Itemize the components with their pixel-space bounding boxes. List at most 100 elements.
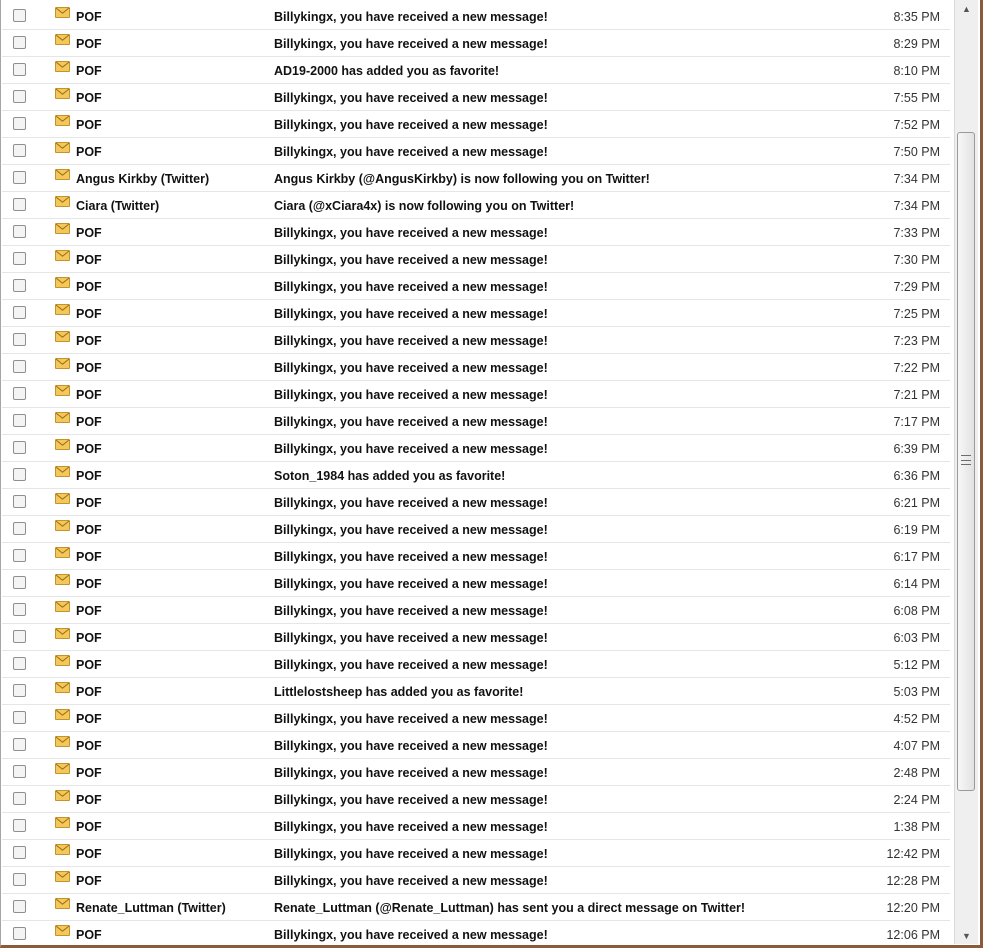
row-select-checkbox[interactable]: [13, 657, 26, 670]
message-subject: Billykingx, you have received a new mess…: [274, 442, 548, 456]
row-select-checkbox[interactable]: [13, 36, 26, 49]
row-select-checkbox[interactable]: [13, 927, 26, 940]
mail-window-frame: POF Billykingx, you have received a new …: [0, 0, 983, 948]
row-select-checkbox[interactable]: [13, 171, 26, 184]
row-select-checkbox[interactable]: [13, 117, 26, 130]
table-row[interactable]: POF Billykingx, you have received a new …: [2, 246, 950, 273]
table-row[interactable]: POF Billykingx, you have received a new …: [2, 435, 950, 462]
vertical-scrollbar[interactable]: ▲ ▼: [954, 0, 978, 944]
scroll-up-arrow-icon[interactable]: ▲: [955, 0, 978, 17]
table-row[interactable]: POF Billykingx, you have received a new …: [2, 543, 950, 570]
row-select-checkbox[interactable]: [13, 387, 26, 400]
table-row[interactable]: POF Billykingx, you have received a new …: [2, 219, 950, 246]
table-row[interactable]: POF Billykingx, you have received a new …: [2, 354, 950, 381]
message-subject: Billykingx, you have received a new mess…: [274, 145, 548, 159]
row-select-checkbox[interactable]: [13, 90, 26, 103]
row-select-checkbox[interactable]: [13, 900, 26, 913]
table-row[interactable]: POF AD19-2000 has added you as favorite!…: [2, 57, 950, 84]
row-select-checkbox[interactable]: [13, 225, 26, 238]
table-row[interactable]: POF Billykingx, you have received a new …: [2, 786, 950, 813]
table-row[interactable]: POF Billykingx, you have received a new …: [2, 111, 950, 138]
row-select-checkbox[interactable]: [13, 819, 26, 832]
table-row[interactable]: Renate_Luttman (Twitter) Renate_Luttman …: [2, 894, 950, 921]
received-time: 2:24 PM: [893, 793, 940, 807]
row-select-checkbox[interactable]: [13, 333, 26, 346]
row-select-checkbox[interactable]: [13, 711, 26, 724]
sender-name: POF: [76, 847, 102, 861]
row-select-checkbox[interactable]: [13, 360, 26, 373]
table-row[interactable]: POF Littlelostsheep has added you as fav…: [2, 678, 950, 705]
table-row[interactable]: POF Billykingx, you have received a new …: [2, 327, 950, 354]
message-subject: Billykingx, you have received a new mess…: [274, 874, 548, 888]
table-row[interactable]: POF Billykingx, you have received a new …: [2, 732, 950, 759]
table-row[interactable]: POF Billykingx, you have received a new …: [2, 300, 950, 327]
sender-name: POF: [76, 469, 102, 483]
table-row[interactable]: POF Billykingx, you have received a new …: [2, 570, 950, 597]
sender-name: POF: [76, 523, 102, 537]
row-select-checkbox[interactable]: [13, 495, 26, 508]
envelope-icon: [55, 601, 70, 612]
envelope-icon: [55, 844, 70, 855]
row-select-checkbox[interactable]: [13, 846, 26, 859]
table-row[interactable]: POF Soton_1984 has added you as favorite…: [2, 462, 950, 489]
table-row[interactable]: POF Billykingx, you have received a new …: [2, 381, 950, 408]
scrollbar-thumb[interactable]: [957, 132, 975, 791]
table-row[interactable]: POF Billykingx, you have received a new …: [2, 624, 950, 651]
sender-name: Angus Kirkby (Twitter): [76, 172, 210, 186]
table-row[interactable]: POF Billykingx, you have received a new …: [2, 597, 950, 624]
sender-name: POF: [76, 118, 102, 132]
table-row[interactable]: Angus Kirkby (Twitter) Angus Kirkby (@An…: [2, 165, 950, 192]
table-row[interactable]: POF Billykingx, you have received a new …: [2, 273, 950, 300]
table-row[interactable]: POF Billykingx, you have received a new …: [2, 84, 950, 111]
row-select-checkbox[interactable]: [13, 522, 26, 535]
message-subject: Billykingx, you have received a new mess…: [274, 118, 548, 132]
row-select-checkbox[interactable]: [13, 684, 26, 697]
scroll-down-arrow-icon[interactable]: ▼: [955, 927, 978, 944]
row-select-checkbox[interactable]: [13, 144, 26, 157]
message-subject: Angus Kirkby (@AngusKirkby) is now follo…: [274, 172, 650, 186]
row-select-checkbox[interactable]: [13, 873, 26, 886]
table-row[interactable]: POF Billykingx, you have received a new …: [2, 921, 950, 944]
row-select-checkbox[interactable]: [13, 576, 26, 589]
received-time: 8:35 PM: [893, 10, 940, 24]
row-select-checkbox[interactable]: [13, 792, 26, 805]
received-time: 6:19 PM: [893, 523, 940, 537]
row-select-checkbox[interactable]: [13, 468, 26, 481]
row-select-checkbox[interactable]: [13, 9, 26, 22]
message-subject: Billykingx, you have received a new mess…: [274, 739, 548, 753]
received-time: 7:52 PM: [893, 118, 940, 132]
sender-name: POF: [76, 712, 102, 726]
table-row[interactable]: POF Billykingx, you have received a new …: [2, 813, 950, 840]
row-select-checkbox[interactable]: [13, 306, 26, 319]
envelope-icon: [55, 628, 70, 639]
message-subject: Billykingx, you have received a new mess…: [274, 658, 548, 672]
table-row[interactable]: POF Billykingx, you have received a new …: [2, 489, 950, 516]
row-select-checkbox[interactable]: [13, 765, 26, 778]
message-subject: Billykingx, you have received a new mess…: [274, 550, 548, 564]
table-row[interactable]: POF Billykingx, you have received a new …: [2, 408, 950, 435]
received-time: 7:55 PM: [893, 91, 940, 105]
table-row[interactable]: POF Billykingx, you have received a new …: [2, 30, 950, 57]
table-row[interactable]: POF Billykingx, you have received a new …: [2, 0, 950, 30]
table-row[interactable]: POF Billykingx, you have received a new …: [2, 759, 950, 786]
row-select-checkbox[interactable]: [13, 198, 26, 211]
row-select-checkbox[interactable]: [13, 603, 26, 616]
table-row[interactable]: POF Billykingx, you have received a new …: [2, 651, 950, 678]
table-row[interactable]: POF Billykingx, you have received a new …: [2, 840, 950, 867]
received-time: 12:06 PM: [886, 928, 940, 942]
row-select-checkbox[interactable]: [13, 252, 26, 265]
table-row[interactable]: POF Billykingx, you have received a new …: [2, 516, 950, 543]
row-select-checkbox[interactable]: [13, 63, 26, 76]
table-row[interactable]: POF Billykingx, you have received a new …: [2, 867, 950, 894]
row-select-checkbox[interactable]: [13, 549, 26, 562]
received-time: 6:21 PM: [893, 496, 940, 510]
message-subject: Billykingx, you have received a new mess…: [274, 766, 548, 780]
row-select-checkbox[interactable]: [13, 738, 26, 751]
table-row[interactable]: POF Billykingx, you have received a new …: [2, 138, 950, 165]
row-select-checkbox[interactable]: [13, 441, 26, 454]
row-select-checkbox[interactable]: [13, 414, 26, 427]
row-select-checkbox[interactable]: [13, 630, 26, 643]
table-row[interactable]: POF Billykingx, you have received a new …: [2, 705, 950, 732]
row-select-checkbox[interactable]: [13, 279, 26, 292]
table-row[interactable]: Ciara (Twitter) Ciara (@xCiara4x) is now…: [2, 192, 950, 219]
